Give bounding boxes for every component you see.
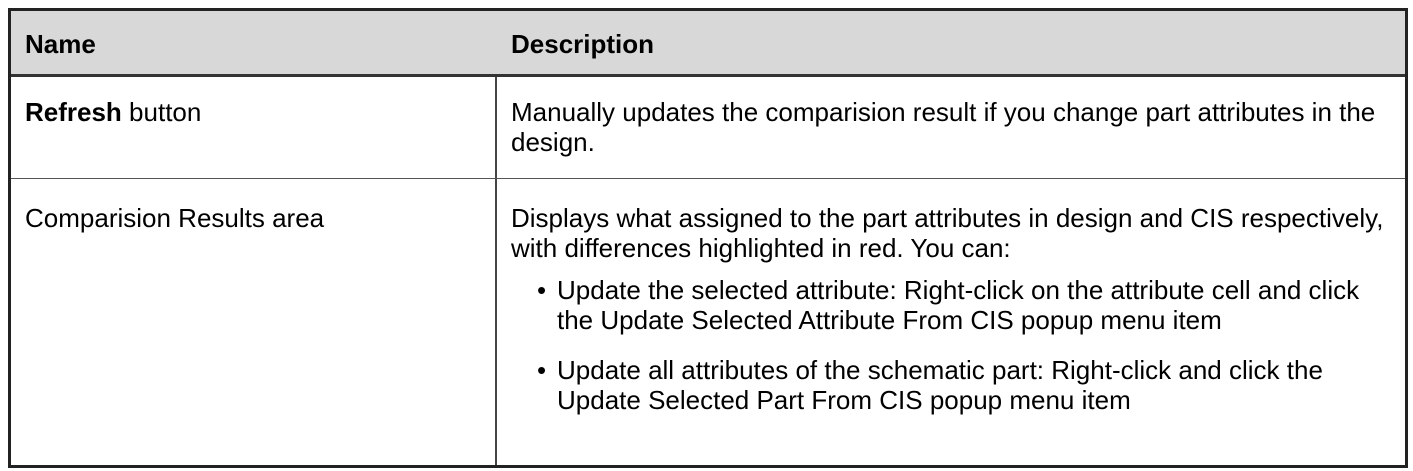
bullet-list: • Update the selected attribute: Right-cl… <box>511 275 1391 415</box>
table-row: Refresh button Manually updates the comp… <box>11 77 1405 179</box>
header-description: Description <box>511 29 655 59</box>
header-name: Name <box>25 29 96 59</box>
table-header-row: Name Description <box>11 11 1405 77</box>
bullet-icon: • <box>537 355 547 385</box>
row-description: Manually updates the comparision result … <box>511 97 1376 157</box>
attributes-table: Name Description Refresh button Manually… <box>8 8 1408 468</box>
table-row: Comparision Results area Displays what a… <box>11 179 1405 468</box>
row-description-block: Displays what assigned to the part attri… <box>511 203 1391 435</box>
list-item: • Update all attributes of the schematic … <box>537 355 1391 415</box>
row-name-refresh: Refresh button <box>25 97 480 127</box>
bullet-icon: • <box>537 275 547 305</box>
list-item-text: Update all attributes of the schematic p… <box>557 355 1323 415</box>
row-name-bold: Refresh <box>25 97 122 127</box>
row-name-rest: button <box>121 97 202 127</box>
row-description: Displays what assigned to the part attri… <box>511 203 1384 263</box>
list-item-text: Update the selected attribute: Right-cli… <box>557 275 1360 335</box>
row-name-comparision-results: Comparision Results area <box>25 203 325 233</box>
list-item: • Update the selected attribute: Right-cl… <box>537 275 1391 335</box>
